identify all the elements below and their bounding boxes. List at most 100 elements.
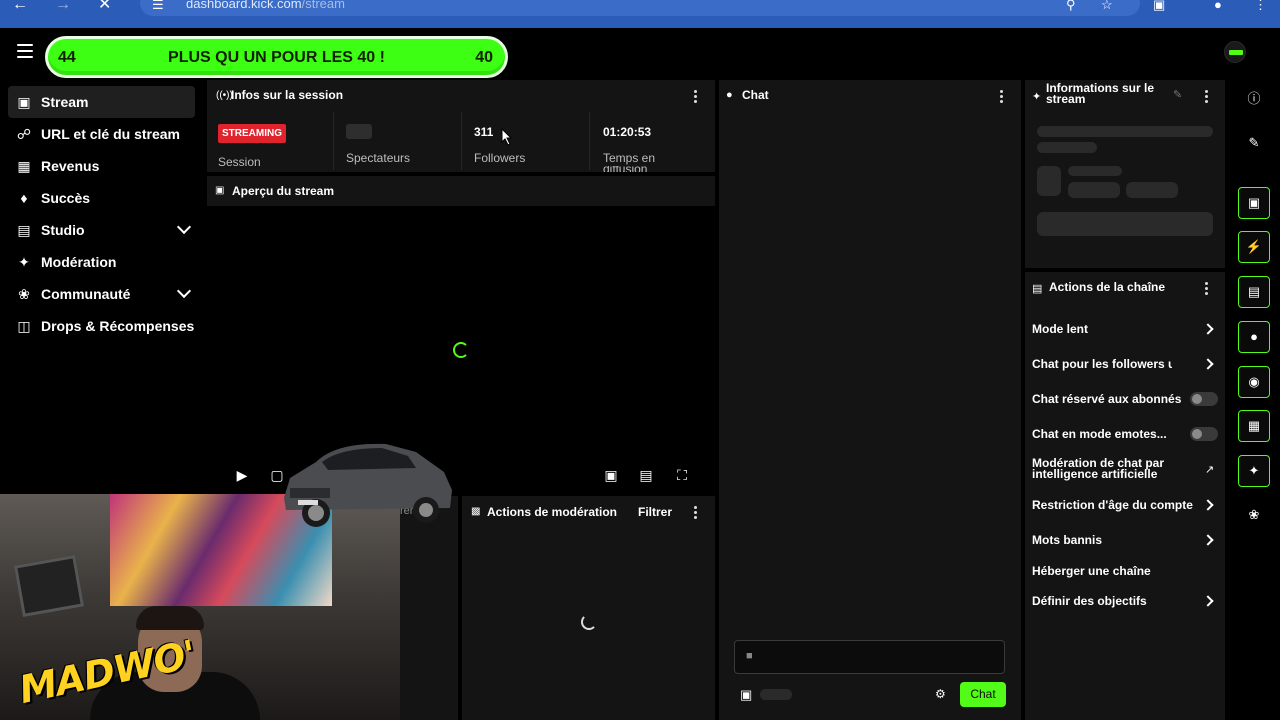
points-skeleton	[760, 689, 792, 700]
sidebar-item-revenus[interactable]: ▦ Revenus	[8, 150, 195, 182]
subscribers-only-toggle[interactable]	[1190, 392, 1218, 406]
panel-title: Infos sur la session	[231, 88, 344, 102]
filter-button[interactable]: Filtrer	[638, 505, 672, 519]
edit-icon[interactable]: ✎	[1238, 128, 1270, 160]
more-options-icon[interactable]	[1000, 90, 1004, 104]
community-icon: ❀	[18, 286, 30, 302]
wrench-icon[interactable]: ✦	[1238, 455, 1270, 487]
action-slow-mode[interactable]: Mode lent	[1032, 322, 1220, 336]
sidebar-item-succes[interactable]: ♦ Succès	[8, 182, 195, 214]
sidebar-item-moderation[interactable]: ✦ Modération	[8, 246, 195, 278]
sidebar-item-drops[interactable]: ◫ Drops & Récompenses	[8, 310, 195, 342]
action-subscribers-only[interactable]: Chat réservé aux abonnés	[1032, 392, 1220, 406]
more-options-icon[interactable]	[694, 90, 698, 104]
clip-icon[interactable]: ▣	[1238, 187, 1270, 219]
divider	[461, 112, 462, 170]
chevron-down-icon	[176, 219, 192, 235]
action-label: Chat réservé aux abonnés	[1032, 392, 1182, 406]
mouse-cursor-icon	[501, 128, 513, 146]
action-emote-mode[interactable]: Chat en mode emotes...	[1032, 427, 1220, 441]
more-options-icon[interactable]	[694, 506, 698, 520]
chevron-right-icon	[1202, 358, 1214, 370]
goal-text: PLUS QU UN POUR LES 40 !	[168, 49, 385, 66]
zoom-icon[interactable]: ⚲	[1066, 0, 1076, 11]
right-rail	[1230, 80, 1280, 720]
action-followers-only[interactable]: Chat pour les followers uniquement	[1032, 357, 1220, 371]
loading-spinner	[581, 614, 597, 630]
notes-icon[interactable]: ▤	[1238, 276, 1270, 308]
theater-mode-icon[interactable]: ▤	[637, 466, 655, 484]
chat-send-button[interactable]: Chat	[960, 682, 1006, 707]
lock-icon: ■	[746, 650, 753, 662]
sidebar-item-url[interactable]: ☍ URL et clé du stream	[8, 118, 195, 150]
more-options-icon[interactable]	[1205, 90, 1209, 104]
wrench-icon: ✦	[18, 254, 30, 270]
profile-avatar-icon[interactable]: ●	[1214, 0, 1222, 11]
loading-spinner	[453, 342, 469, 358]
chat-bubble-icon[interactable]: ●	[1238, 321, 1270, 353]
chart-icon: ▦	[17, 158, 31, 174]
goal-target: 40	[475, 49, 493, 66]
sidebar-item-studio[interactable]: ▤ Studio	[8, 214, 195, 246]
action-banned-words[interactable]: Mots bannis	[1032, 533, 1220, 547]
action-label: Modération de chat par intelligence arti…	[1032, 456, 1165, 481]
action-set-goals[interactable]: Définir des objectifs	[1032, 594, 1220, 608]
action-label: Mode lent	[1032, 322, 1088, 336]
broadcast-icon[interactable]: ◉	[1238, 366, 1270, 398]
sidebar-item-stream[interactable]: ▣ Stream	[8, 86, 195, 118]
chat-input[interactable]: ■	[734, 640, 1005, 674]
site-settings-icon[interactable]: ☰	[152, 0, 164, 11]
bookmark-star-icon[interactable]: ☆	[1101, 0, 1113, 11]
picture-in-picture-icon[interactable]: ▣	[602, 466, 620, 484]
external-link-icon[interactable]: ↗	[1205, 463, 1214, 476]
duration-label: Temps en	[603, 151, 656, 165]
sidebar-item-label: Studio	[41, 222, 85, 238]
lightning-icon[interactable]: ⚡	[1238, 231, 1270, 263]
action-label: Héberger une chaîne	[1032, 564, 1151, 578]
car-overlay-image	[284, 443, 452, 527]
skeleton-thumb	[1037, 166, 1061, 196]
trophy-icon: ♦	[20, 190, 28, 206]
followers-count: 311	[474, 125, 494, 139]
action-age-restriction[interactable]: Restriction d'âge du compte	[1032, 498, 1220, 512]
chat-panel: ● Chat	[719, 80, 1021, 720]
back-arrow-icon[interactable]: ←	[12, 0, 34, 13]
link-icon: ☍	[16, 126, 32, 142]
stop-loading-icon[interactable]: ✕	[98, 0, 120, 13]
chevron-right-icon	[1202, 323, 1214, 335]
sidebar-item-label: URL et clé du stream	[41, 126, 181, 142]
emote-mode-toggle[interactable]	[1190, 427, 1218, 441]
duration-label-2: diffusion	[603, 166, 647, 172]
layout-icon[interactable]: ▦	[1238, 410, 1270, 442]
broadcast-icon: ▣	[17, 94, 31, 110]
hamburger-menu-icon[interactable]	[17, 44, 33, 58]
fullscreen-icon[interactable]: ⛶	[673, 466, 691, 484]
action-label: Définir des objectifs	[1032, 594, 1147, 608]
play-icon[interactable]: ▶	[233, 466, 251, 484]
action-label: Mots bannis	[1032, 533, 1103, 547]
forward-arrow-icon[interactable]: →	[55, 0, 77, 13]
gear-icon[interactable]: ⚙	[935, 687, 946, 701]
divider	[589, 112, 590, 170]
chevron-down-icon	[176, 283, 192, 299]
action-host-channel[interactable]: Héberger une chaîne	[1032, 564, 1220, 578]
moderation-icon: ▩	[471, 506, 481, 517]
skeleton-line	[1068, 166, 1122, 176]
kick-avatar[interactable]	[1224, 41, 1246, 63]
sidebar-item-label: Succès	[41, 190, 91, 206]
community-icon[interactable]: ❀	[1238, 500, 1270, 532]
sidebar-item-label: Stream	[41, 94, 89, 110]
followers-label: Followers	[474, 151, 526, 165]
chevron-right-icon	[1202, 499, 1214, 511]
store-icon[interactable]: ▣	[740, 687, 752, 703]
wrench-icon: ✦	[1032, 91, 1042, 103]
info-icon[interactable]: ⓘ	[1238, 84, 1270, 116]
edit-icon[interactable]: ✎	[1173, 88, 1182, 101]
browser-menu-icon[interactable]: ⋮	[1254, 0, 1267, 11]
action-ai-moderation[interactable]: Modération de chat par intelligence arti…	[1032, 456, 1182, 481]
streaming-badge: STREAMING	[218, 124, 286, 143]
extensions-icon[interactable]: ▣	[1153, 0, 1165, 11]
more-options-icon[interactable]	[1205, 282, 1209, 296]
url-text[interactable]: dashboard.kick.com/stream	[186, 0, 345, 11]
sidebar-item-communaute[interactable]: ❀ Communauté	[8, 278, 195, 310]
